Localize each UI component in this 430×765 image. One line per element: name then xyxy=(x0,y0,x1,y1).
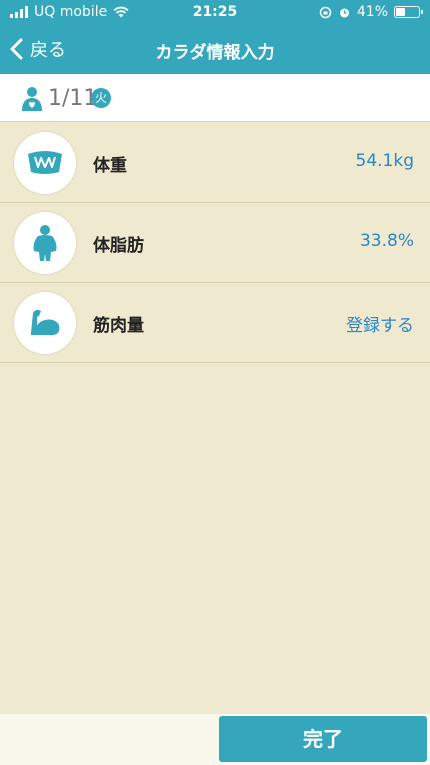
done-button[interactable]: 完了 xyxy=(219,716,427,762)
row-label: 体重 xyxy=(93,156,127,176)
person-heart-icon xyxy=(22,87,42,111)
alarm-icon xyxy=(339,8,349,17)
top-bar: UQ mobile 21:25 41% 戻る カラダ情報入力 xyxy=(0,0,430,74)
weekday-badge: 火 xyxy=(91,88,111,108)
date-bar: 1/11 xyxy=(0,74,430,122)
scale-icon xyxy=(28,151,62,174)
row-body-fat[interactable]: 体脂肪 33.8% xyxy=(0,203,430,283)
rotation-lock-icon xyxy=(319,6,332,18)
row-weight[interactable]: 体重 54.1kg xyxy=(0,123,430,203)
muscle-arm-icon xyxy=(31,309,60,336)
measurement-list: 体重 54.1kg 体脂肪 33.8% 筋肉量 登録する xyxy=(0,123,430,363)
battery-percent: 41% xyxy=(356,4,388,20)
row-icon-circle xyxy=(14,132,76,194)
date-label: 1/11 xyxy=(48,86,98,111)
battery-icon xyxy=(394,6,423,18)
body-fat-icon xyxy=(33,225,57,261)
nav-bar: 戻る カラダ情報入力 xyxy=(0,30,430,70)
row-label: 筋肉量 xyxy=(93,316,144,336)
status-bar: UQ mobile 21:25 41% xyxy=(0,0,430,24)
row-value: 54.1kg xyxy=(355,151,415,171)
page-title: カラダ情報入力 xyxy=(155,43,275,63)
row-icon-circle xyxy=(14,212,76,274)
row-value: 登録する xyxy=(346,316,414,336)
row-label: 体脂肪 xyxy=(93,236,144,256)
row-value: 33.8% xyxy=(359,231,414,251)
row-icon-circle xyxy=(14,292,76,354)
row-muscle[interactable]: 筋肉量 登録する xyxy=(0,283,430,363)
battery-fill xyxy=(396,8,406,16)
status-right: 41% xyxy=(319,4,423,20)
